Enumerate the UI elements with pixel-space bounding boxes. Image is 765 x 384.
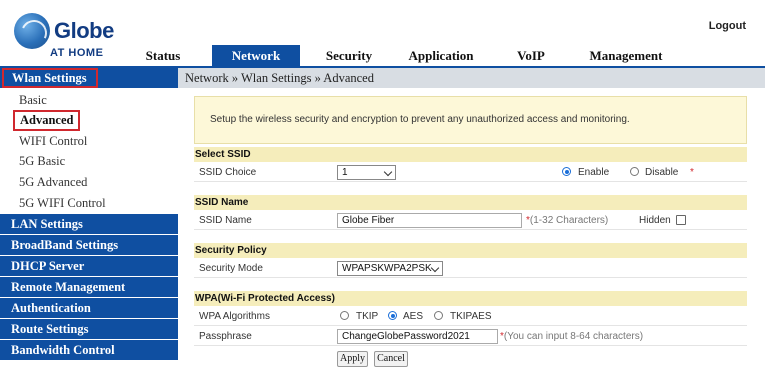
chevron-down-icon [430, 263, 440, 273]
sidebar-subitem-5g-basic[interactable]: 5G Basic [19, 154, 65, 169]
ssid-name-input[interactable]: Globe Fiber [337, 213, 522, 228]
disable-label: Disable [645, 167, 679, 178]
cancel-button[interactable]: Cancel [374, 351, 408, 367]
row-wpa-algorithms: WPA Algorithms TKIP AES TKIPAES [194, 307, 747, 326]
chevron-down-icon [383, 167, 393, 177]
sidebar-item-authentication[interactable]: Authentication [0, 298, 178, 318]
section-security-policy: Security Policy [194, 243, 747, 258]
tkip-label: TKIP [356, 311, 379, 322]
info-banner: Setup the wireless security and encrypti… [194, 96, 747, 144]
sidebar-subitem-basic[interactable]: Basic [19, 93, 47, 108]
sidebar-item-lan-settings[interactable]: LAN Settings [0, 214, 178, 234]
hidden-checkbox[interactable] [676, 215, 686, 225]
globe-icon [14, 13, 50, 49]
security-mode-label: Security Mode [199, 263, 263, 274]
breadcrumb: Network » Wlan Settings » Advanced [178, 68, 765, 88]
tab-voip[interactable]: VoIP [509, 45, 553, 66]
apply-button[interactable]: Apply [337, 351, 368, 367]
passphrase-input[interactable]: ChangeGlobePassword2021 [337, 329, 498, 344]
required-marker: * [690, 167, 694, 178]
sidebar-item-remote-management[interactable]: Remote Management [0, 277, 178, 297]
section-select-ssid: Select SSID [194, 147, 747, 162]
section-ssid-name: SSID Name [194, 195, 747, 210]
wpa-algorithms-label: WPA Algorithms [199, 311, 270, 322]
top-navigation: Status Network Security Application VoIP… [0, 45, 765, 66]
tab-management[interactable]: Management [580, 45, 672, 66]
logout-link[interactable]: Logout [709, 20, 746, 32]
tkipaes-radio[interactable] [434, 311, 443, 320]
security-mode-select[interactable]: WPAPSKWPA2PSK [337, 261, 443, 276]
sidebar-subitem-wifi-control[interactable]: WIFI Control [19, 134, 87, 149]
passphrase-hint: *(You can input 8-64 characters) [500, 331, 644, 342]
aes-label: AES [403, 311, 424, 322]
tab-network[interactable]: Network [212, 45, 300, 66]
disable-radio[interactable] [630, 167, 639, 176]
tkipaes-label: TKIPAES [450, 311, 492, 322]
tab-application[interactable]: Application [399, 45, 483, 66]
row-security-mode: Security Mode WPAPSKWPA2PSK [194, 259, 747, 278]
row-passphrase: Passphrase ChangeGlobePassword2021 *(You… [194, 327, 747, 346]
section-wpa: WPA(Wi-Fi Protected Access) [194, 291, 747, 306]
row-ssid-name: SSID Name Globe Fiber *(1-32 Characters)… [194, 211, 747, 230]
sidebar-item-wlan-settings[interactable]: Wlan Settings [2, 68, 98, 88]
sidebar-item-route-settings[interactable]: Route Settings [0, 319, 178, 339]
hidden-label: Hidden [639, 215, 671, 226]
sidebar-item-dhcp-server[interactable]: DHCP Server [0, 256, 178, 276]
enable-radio[interactable] [562, 167, 571, 176]
sidebar-subitem-5g-advanced[interactable]: 5G Advanced [19, 175, 87, 190]
ssid-choice-select[interactable]: 1 [337, 165, 396, 180]
ssid-choice-value: 1 [342, 167, 348, 178]
sidebar-item-broadband-settings[interactable]: BroadBand Settings [0, 235, 178, 255]
security-mode-value: WPAPSKWPA2PSK [342, 263, 432, 274]
sidebar-subitem-advanced[interactable]: Advanced [13, 110, 81, 131]
brand-name: Globe [54, 18, 114, 43]
aes-radio[interactable] [388, 311, 397, 320]
passphrase-label: Passphrase [199, 331, 252, 342]
tab-security[interactable]: Security [316, 45, 382, 66]
tab-status[interactable]: Status [128, 45, 198, 66]
enable-label: Enable [578, 167, 610, 178]
ssid-name-hint: *(1-32 Characters) [526, 215, 609, 226]
ssid-name-label: SSID Name [199, 215, 252, 226]
sidebar-subitem-5g-wifi-control[interactable]: 5G WIFI Control [19, 196, 106, 211]
row-ssid-choice: SSID Choice 1 Enable Disable * [194, 163, 747, 182]
ssid-choice-label: SSID Choice [199, 167, 257, 178]
tkip-radio[interactable] [340, 311, 349, 320]
sidebar-item-bandwidth-control[interactable]: Bandwidth Control [0, 340, 178, 360]
